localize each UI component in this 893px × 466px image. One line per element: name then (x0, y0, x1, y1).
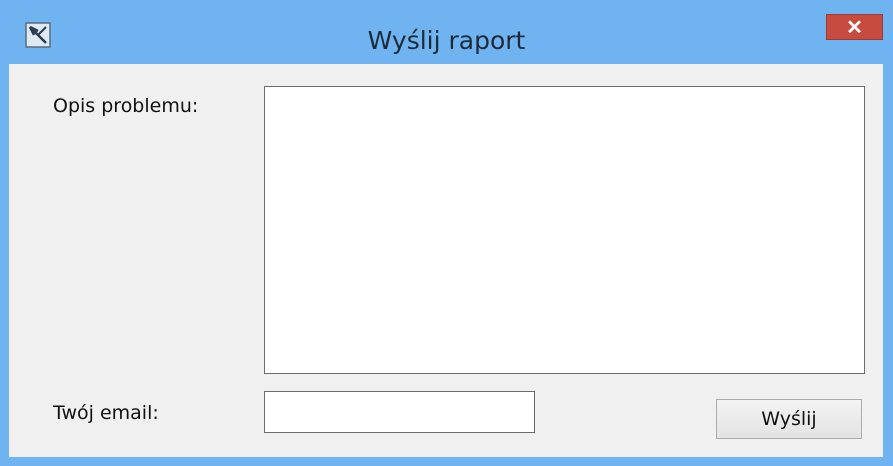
email-label: Twój email: (53, 402, 159, 424)
title-bar[interactable]: Wyślij raport ✕ (0, 0, 893, 64)
close-icon: ✕ (846, 16, 863, 39)
dialog-body: Opis problemu: Twój email: Wyślij (9, 64, 883, 457)
report-window: Wyślij raport ✕ Opis problemu: Twój emai… (0, 0, 893, 466)
description-label: Opis problemu: (53, 95, 199, 117)
window-title: Wyślij raport (367, 26, 526, 55)
send-button[interactable]: Wyślij (716, 399, 862, 439)
email-input[interactable] (264, 391, 535, 433)
close-button[interactable]: ✕ (826, 14, 883, 40)
description-textarea[interactable] (264, 86, 865, 374)
